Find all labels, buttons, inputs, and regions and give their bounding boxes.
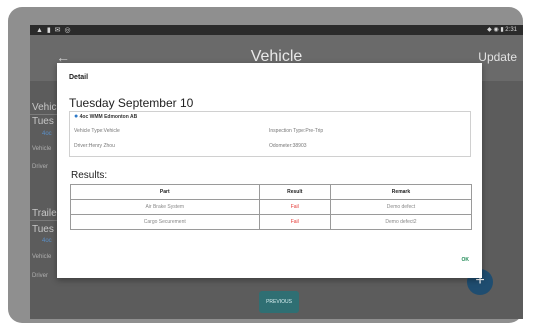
cell-result: Fail (258, 199, 331, 215)
table-row: Air Brake System Fail Demo defect (70, 199, 473, 215)
vehicle-card-date: Tues (32, 116, 54, 127)
inspection-info-box: ● 4oc WMM Edmonton AB Vehicle Type:Vehic… (69, 111, 471, 157)
results-table: Part Result Remark Air Brake System Fail… (70, 184, 473, 230)
table-row: Cargo Securement Fail Demo defect2 (70, 214, 473, 230)
location-row: ● 4oc WMM Edmonton AB (74, 113, 137, 120)
results-heading: Results: (71, 170, 108, 181)
odometer: Odometer:38903 (269, 143, 307, 149)
cell-part: Cargo Securement (70, 214, 260, 230)
vehicle-card-location: 4oc (42, 131, 52, 137)
status-icons-right: ◆ ◉ ▮ 2:31 (487, 27, 517, 33)
inspection-type: Inspection Type:Pre-Trip (269, 128, 324, 134)
vehicle-card-line2: Driver (32, 164, 48, 170)
cell-remark: Demo defect (329, 199, 473, 215)
status-icons-left: ▲ ▮ ✉ ◎ (36, 27, 72, 34)
vehicle-type: Vehicle Type:Vehicle (74, 128, 120, 134)
driver-name: Driver:Henry Zhou (74, 143, 115, 149)
detail-dialog: Detail Tuesday September 10 ● 4oc WMM Ed… (57, 63, 482, 278)
trailer-card-location: 4oc (42, 238, 52, 244)
table-header-row: Part Result Remark (70, 184, 473, 200)
cell-result: Fail (258, 214, 331, 230)
ok-button[interactable]: OK (462, 257, 470, 263)
location-text: 4oc WMM Edmonton AB (79, 114, 138, 120)
vehicle-section-title: Vehic (32, 102, 57, 113)
trailer-card-date: Tues (32, 224, 54, 235)
column-header-part: Part (70, 184, 260, 200)
status-bar: ▲ ▮ ✉ ◎ ◆ ◉ ▮ 2:31 (30, 25, 523, 35)
trailer-section-title: Traile (32, 208, 57, 219)
cell-part: Air Brake System (70, 199, 260, 215)
dialog-title: Detail (69, 74, 89, 81)
location-pin-icon: ● (74, 113, 79, 120)
trailer-card-line1: Vehicle (32, 254, 52, 260)
inspection-date: Tuesday September 10 (69, 96, 194, 110)
trailer-card-line2: Driver (32, 273, 48, 279)
update-button[interactable]: Update (478, 50, 517, 64)
column-header-result: Result (258, 184, 331, 200)
cell-remark: Demo defect2 (329, 214, 473, 230)
vehicle-card-line1: Vehicle (32, 146, 52, 152)
column-header-remark: Remark (329, 184, 473, 200)
previous-button[interactable]: PREVIOUS (259, 291, 299, 313)
